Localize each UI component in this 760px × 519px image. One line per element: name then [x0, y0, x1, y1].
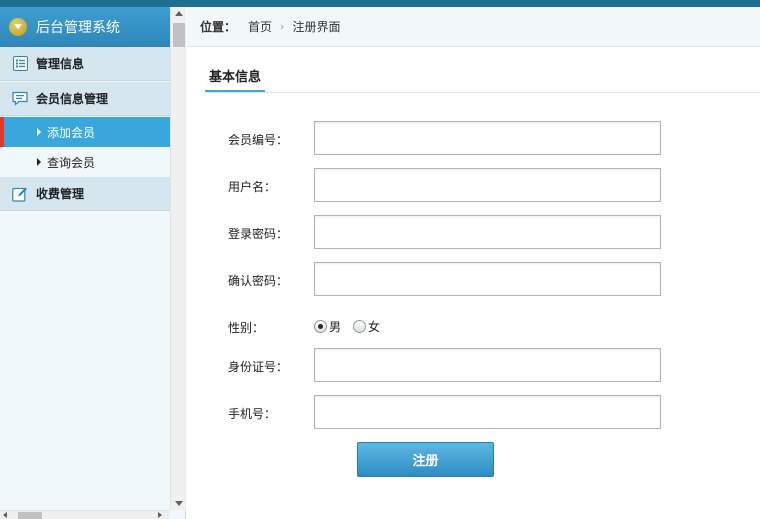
- phone-label: 手机号：: [228, 407, 277, 421]
- gender-label: 性别：: [228, 321, 265, 335]
- caret-right-icon: [37, 128, 41, 136]
- sidebar-item-label: 查询会员: [47, 155, 96, 170]
- username-label: 用户名：: [228, 180, 277, 194]
- phone-input[interactable]: [314, 395, 661, 429]
- confirm-password-input[interactable]: [314, 262, 661, 296]
- breadcrumb: 位置： 首页 › 注册界面: [187, 7, 760, 47]
- breadcrumb-current: 注册界面: [292, 20, 341, 34]
- sidebar: 后台管理系统 管理信息 会员信息管理 添加会员 查询会员 收费管理: [0, 7, 186, 519]
- password-label: 登录密码：: [228, 227, 289, 241]
- collapse-icon[interactable]: [9, 18, 27, 36]
- sidebar-item-label: 添加会员: [47, 125, 96, 140]
- scroll-thumb[interactable]: [18, 512, 42, 519]
- radio-female[interactable]: [353, 319, 366, 333]
- app-header[interactable]: 后台管理系统: [0, 7, 170, 47]
- id-card-label: 身份证号：: [228, 360, 289, 374]
- breadcrumb-separator-icon: ›: [280, 20, 285, 33]
- sidebar-item-query-member[interactable]: 查询会员: [0, 147, 170, 177]
- register-button[interactable]: 注册: [357, 442, 494, 477]
- sidebar-group-management[interactable]: 管理信息: [0, 47, 170, 81]
- section-title: 基本信息: [205, 60, 266, 93]
- sidebar-group-label: 管理信息: [36, 57, 85, 71]
- gender-option-label: 女: [368, 319, 381, 334]
- sidebar-group-label: 收费管理: [36, 187, 85, 201]
- breadcrumb-home-link[interactable]: 首页: [248, 18, 272, 35]
- scroll-up-icon[interactable]: [175, 11, 183, 16]
- app-title: 后台管理系统: [36, 20, 120, 36]
- vertical-scrollbar[interactable]: [170, 7, 186, 510]
- gender-option-female[interactable]: 女: [353, 319, 381, 334]
- sidebar-group-member[interactable]: 会员信息管理: [0, 82, 170, 116]
- scroll-down-icon[interactable]: [175, 501, 183, 506]
- main-content: 位置： 首页 › 注册界面 基本信息 会员编号： 用户名： 登录密码： 确认密码…: [187, 7, 760, 519]
- breadcrumb-label: 位置：: [200, 20, 237, 34]
- message-icon: [12, 91, 28, 107]
- username-input[interactable]: [314, 168, 661, 202]
- horizontal-scrollbar[interactable]: [0, 510, 170, 519]
- member-no-input[interactable]: [314, 121, 661, 155]
- top-strip: [0, 0, 760, 7]
- list-icon: [12, 56, 28, 72]
- scroll-thumb[interactable]: [173, 23, 185, 47]
- gender-option-male[interactable]: 男: [314, 319, 342, 334]
- sidebar-group-label: 会员信息管理: [36, 92, 109, 106]
- password-input[interactable]: [314, 215, 661, 249]
- confirm-password-label: 确认密码：: [228, 274, 289, 288]
- radio-male[interactable]: [314, 319, 327, 333]
- gender-option-label: 男: [329, 319, 342, 334]
- sidebar-group-fees[interactable]: 收费管理: [0, 177, 170, 211]
- member-no-label: 会员编号：: [228, 133, 289, 147]
- edit-icon: [12, 186, 28, 202]
- section-divider: [205, 92, 760, 93]
- sidebar-item-add-member[interactable]: 添加会员: [0, 117, 170, 147]
- scroll-right-icon[interactable]: [158, 512, 162, 518]
- scroll-left-icon[interactable]: [3, 512, 7, 518]
- id-card-input[interactable]: [314, 348, 661, 382]
- caret-right-icon: [37, 158, 41, 166]
